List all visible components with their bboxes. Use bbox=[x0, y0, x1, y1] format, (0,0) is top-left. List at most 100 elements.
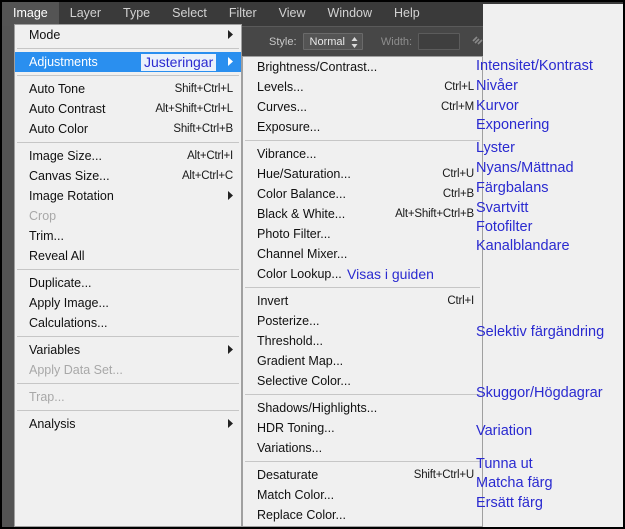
swedish-annotation: Kurvor bbox=[476, 98, 519, 114]
image-menu-item-image-rotation[interactable]: Image Rotation bbox=[15, 186, 241, 206]
adjustments-menu-item-label: Photo Filter... bbox=[257, 227, 331, 241]
menubar-item-window[interactable]: Window bbox=[317, 2, 383, 26]
adjustments-menu-item-shortcut: Ctrl+M bbox=[441, 101, 474, 113]
menubar-item-view[interactable]: View bbox=[268, 2, 317, 26]
menubar-item-layer[interactable]: Layer bbox=[59, 2, 112, 26]
adjustments-menu-item-shortcut: Ctrl+I bbox=[447, 295, 474, 307]
adjustments-menu-item-posterize[interactable]: Posterize... bbox=[243, 311, 482, 331]
adjustments-menu-item-label: Color Balance... bbox=[257, 187, 346, 201]
link-glyph bbox=[472, 35, 483, 45]
image-menu-item-duplicate[interactable]: Duplicate... bbox=[15, 273, 241, 293]
adjustments-menu-item-curves[interactable]: Curves... Ctrl+M bbox=[243, 97, 482, 117]
chevron-right-icon bbox=[228, 418, 233, 430]
adjustments-menu-item-hdr-toning[interactable]: HDR Toning... bbox=[243, 418, 482, 438]
adjustments-menu-item-invert[interactable]: Invert Ctrl+I bbox=[243, 291, 482, 311]
photoshop-screenshot: Image Layer Type Select Filter View Window Help… bbox=[0, 0, 625, 529]
image-menu-separator bbox=[17, 383, 239, 384]
image-menu-item-auto-tone[interactable]: Auto Tone Shift+Ctrl+L bbox=[15, 79, 241, 99]
adjustments-menu-item-brightness-contrast[interactable]: Brightness/Contrast... bbox=[243, 57, 482, 77]
adjustments-menu-item-label: Gradient Map... bbox=[257, 354, 344, 368]
swedish-annotation: Selektiv färgändring bbox=[476, 324, 605, 340]
image-menu-item-label: Auto Color bbox=[29, 122, 89, 136]
swedish-annotation: Exponering bbox=[476, 117, 550, 133]
adjustments-menu-item-color-balance[interactable]: Color Balance... Ctrl+B bbox=[243, 184, 482, 204]
adjustments-menu-item-label: Color Lookup... bbox=[257, 267, 342, 281]
adjustments-menu-item-exposure[interactable]: Exposure... bbox=[243, 117, 482, 137]
adjustments-menu-item-vibrance[interactable]: Vibrance... bbox=[243, 144, 482, 164]
image-menu-item-apply-data-set: Apply Data Set... bbox=[15, 360, 241, 380]
image-menu-item-analysis[interactable]: Analysis bbox=[15, 414, 241, 434]
image-menu-panel[interactable]: Mode Adjustments Justeringar Auto Tone Shift… bbox=[14, 24, 242, 527]
adjustments-menu-item-variations[interactable]: Variations... bbox=[243, 438, 482, 458]
adjustments-menu-item-desaturate[interactable]: Desaturate Shift+Ctrl+U bbox=[243, 465, 482, 485]
adjustments-menu-item-label: Channel Mixer... bbox=[257, 247, 348, 261]
width-input[interactable] bbox=[418, 33, 460, 50]
image-menu-separator bbox=[17, 48, 239, 49]
adjustments-menu-item-gradient-map[interactable]: Gradient Map... bbox=[243, 351, 482, 371]
image-menu-item-calculations[interactable]: Calculations... bbox=[15, 313, 241, 333]
application-chrome: Image Layer Type Select Filter View Window Help… bbox=[2, 2, 623, 527]
adjustments-menu-item-shortcut: Ctrl+B bbox=[442, 188, 474, 200]
image-menu-item-variables[interactable]: Variables bbox=[15, 340, 241, 360]
adjustments-submenu-panel[interactable]: Brightness/Contrast... Levels... Ctrl+L Cur… bbox=[242, 56, 483, 527]
image-menu-item-reveal-all[interactable]: Reveal All bbox=[15, 246, 241, 266]
image-menu-item-mode[interactable]: Mode bbox=[15, 25, 241, 45]
adjustments-menu-item-label: Selective Color... bbox=[257, 374, 351, 388]
swedish-annotation: Ersätt färg bbox=[476, 495, 543, 511]
swedish-annotation: Nyans/Mättnad bbox=[476, 160, 574, 176]
menubar-item-select[interactable]: Select bbox=[161, 2, 218, 26]
image-menu-separator bbox=[17, 75, 239, 76]
adjustments-menu-item-selective-color[interactable]: Selective Color... bbox=[243, 371, 482, 391]
swedish-annotation: Nivåer bbox=[476, 78, 518, 94]
adjustments-menu-item-label: Invert bbox=[257, 294, 289, 308]
image-menu-item-label: Apply Image... bbox=[29, 296, 109, 310]
tool-options-bar: Style: Normal Width: bbox=[242, 26, 483, 56]
chevron-right-icon bbox=[228, 29, 233, 41]
swedish-annotation: Intensitet/Kontrast bbox=[476, 58, 593, 74]
chevron-right-icon bbox=[228, 56, 233, 68]
image-menu-item-image-size[interactable]: Image Size... Alt+Ctrl+I bbox=[15, 146, 241, 166]
image-menu-item-auto-contrast[interactable]: Auto Contrast Alt+Shift+Ctrl+L bbox=[15, 99, 241, 119]
chevron-updown-icon[interactable] bbox=[351, 36, 358, 49]
adjustments-menu-item-black-white[interactable]: Black & White... Alt+Shift+Ctrl+B bbox=[243, 204, 482, 224]
image-menu-separator bbox=[17, 336, 239, 337]
image-menu-item-shortcut: Alt+Shift+Ctrl+L bbox=[155, 103, 233, 115]
adjustments-menu-item-threshold[interactable]: Threshold... bbox=[243, 331, 482, 351]
swedish-annotation: Skuggor/Högdagrar bbox=[476, 385, 603, 401]
menubar-item-help[interactable]: Help bbox=[383, 2, 431, 26]
adjustments-menu-item-replace-color[interactable]: Replace Color... bbox=[243, 505, 482, 525]
adjustments-menu-item-equalize[interactable]: Equalize bbox=[243, 525, 482, 527]
adjustments-menu-item-channel-mixer[interactable]: Channel Mixer... bbox=[243, 244, 482, 264]
menubar-item-type[interactable]: Type bbox=[112, 2, 161, 26]
image-menu-item-label: Canvas Size... bbox=[29, 169, 110, 183]
image-menu-item-trim[interactable]: Trim... bbox=[15, 226, 241, 246]
image-menu-item-shortcut: Alt+Ctrl+C bbox=[181, 170, 233, 182]
menubar-item-filter[interactable]: Filter bbox=[218, 2, 268, 26]
link-icon[interactable] bbox=[472, 35, 483, 49]
image-menu-item-trap: Trap... bbox=[15, 387, 241, 407]
image-menu-item-canvas-size[interactable]: Canvas Size... Alt+Ctrl+C bbox=[15, 166, 241, 186]
swedish-annotation: Matcha färg bbox=[476, 475, 553, 491]
adjustments-menu-item-label: Levels... bbox=[257, 80, 304, 94]
chevron-right-icon bbox=[228, 344, 233, 356]
menubar-item-image[interactable]: Image bbox=[2, 2, 59, 26]
image-menu-item-auto-color[interactable]: Auto Color Shift+Ctrl+B bbox=[15, 119, 241, 139]
swedish-guide-note: Visas i guiden bbox=[347, 265, 434, 282]
style-dropdown[interactable]: Normal bbox=[302, 33, 363, 50]
adjustments-menu-item-label: Curves... bbox=[257, 100, 308, 114]
adjustments-menu-item-levels[interactable]: Levels... Ctrl+L bbox=[243, 77, 482, 97]
adjustments-menu-item-color-lookup[interactable]: Color Lookup... Visas i guiden bbox=[243, 264, 482, 284]
image-menu-item-shortcut: Shift+Ctrl+B bbox=[173, 123, 233, 135]
adjustments-menu-item-match-color[interactable]: Match Color... bbox=[243, 485, 482, 505]
image-menu-item-label: Auto Contrast bbox=[29, 102, 106, 116]
image-menu-item-apply-image[interactable]: Apply Image... bbox=[15, 293, 241, 313]
adjustments-menu-item-label: Vibrance... bbox=[257, 147, 317, 161]
image-menu-item-label: Trim... bbox=[29, 229, 64, 243]
image-menu-item-adjustments[interactable]: Adjustments Justeringar bbox=[15, 52, 241, 72]
image-menu-item-label: Variables bbox=[29, 343, 81, 357]
adjustments-menu-item-photo-filter[interactable]: Photo Filter... bbox=[243, 224, 482, 244]
adjustments-menu-item-hue-saturation[interactable]: Hue/Saturation... Ctrl+U bbox=[243, 164, 482, 184]
adjustments-menu-item-shadows-highlights[interactable]: Shadows/Highlights... bbox=[243, 398, 482, 418]
width-label: Width: bbox=[380, 35, 413, 48]
adjustments-menu-item-label: Exposure... bbox=[257, 120, 321, 134]
